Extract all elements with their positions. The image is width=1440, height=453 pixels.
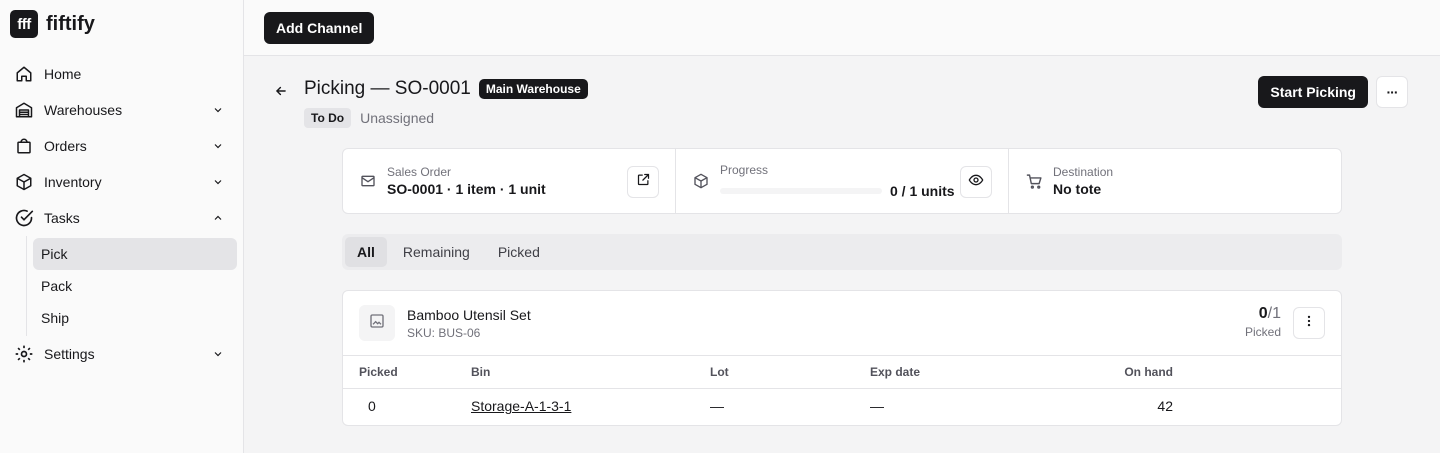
- mail-icon: [359, 172, 377, 190]
- col-spacer: [1173, 356, 1341, 389]
- page-title: Picking — SO-0001: [304, 78, 471, 99]
- shopping-bag-icon: [14, 136, 34, 156]
- sales-order-cell: Sales Order SO-0001 · 1 item · 1 unit: [343, 149, 676, 213]
- more-horizontal-icon: ···: [1386, 84, 1399, 100]
- picked-counter: 0/1 Picked: [1245, 305, 1281, 339]
- brand[interactable]: fff fiftify: [0, 0, 243, 48]
- more-vertical-icon: [1302, 314, 1316, 333]
- status-row: To Do Unassigned: [304, 108, 434, 128]
- col-bin: Bin: [471, 356, 710, 389]
- page-header: Picking — SO-0001 Main Warehouse To Do U…: [272, 76, 1408, 136]
- sidebar-subitem-pack[interactable]: Pack: [33, 270, 237, 302]
- back-arrow-icon[interactable]: [272, 82, 290, 100]
- cell-spacer: [1173, 388, 1341, 424]
- status-badge: To Do: [304, 108, 352, 128]
- add-channel-button[interactable]: Add Channel: [264, 11, 375, 44]
- picked-count-label: Picked: [1244, 325, 1281, 339]
- progress-cell: Progress 0 / 1 units: [676, 149, 1009, 213]
- eye-icon: [968, 172, 984, 193]
- chevron-down-icon: [211, 139, 225, 153]
- sidebar-item-label: Home: [44, 66, 82, 82]
- sidebar-item-label: Inventory: [44, 174, 102, 190]
- destination-cell: Destination No tote: [1009, 149, 1341, 213]
- sidebar-subitem-pick[interactable]: Pick: [33, 238, 237, 270]
- progress-label: Progress: [720, 163, 769, 177]
- more-options-button[interactable]: ···: [1376, 76, 1408, 108]
- product-thumbnail: [359, 305, 395, 341]
- sidebar-item-label: Orders: [44, 138, 87, 154]
- progress-text: 0 / 1 units: [890, 183, 955, 199]
- bin-link[interactable]: Storage-A-1-3-1: [471, 398, 571, 414]
- header-actions: Start Picking ···: [1258, 76, 1408, 108]
- table-row: 0 Storage-A-1-3-1 — — 42: [343, 388, 1341, 424]
- filter-tabs: All Remaining Picked: [342, 234, 1342, 270]
- package-icon: [692, 172, 710, 190]
- sidebar-item-warehouses[interactable]: Warehouses: [6, 92, 237, 128]
- view-progress-button[interactable]: [960, 166, 992, 198]
- destination-label: Destination: [1053, 165, 1114, 179]
- cell-lot: —: [710, 398, 724, 415]
- box-icon: [14, 172, 34, 192]
- bin-table: Picked Bin Lot Exp date On hand 0 Storag…: [343, 356, 1341, 424]
- sidebar-item-home[interactable]: Home: [6, 56, 237, 92]
- warehouse-icon: [14, 100, 34, 120]
- picked-count: 0: [1258, 305, 1268, 322]
- total-count: /1: [1267, 305, 1281, 322]
- sidebar-item-inventory[interactable]: Inventory: [6, 164, 237, 200]
- tasks-subnav: Pick Pack Ship: [26, 236, 237, 336]
- home-icon: [14, 64, 34, 84]
- sales-order-label: Sales Order: [387, 165, 452, 179]
- sidebar: fff fiftify Home Warehouses Orders Inven…: [0, 0, 244, 453]
- table-header-row: Picked Bin Lot Exp date On hand: [343, 356, 1341, 389]
- col-exp-date: Exp date: [870, 356, 1050, 389]
- sidebar-item-orders[interactable]: Orders: [6, 128, 237, 164]
- tab-all[interactable]: All: [345, 237, 387, 267]
- topbar: Add Channel: [244, 0, 1440, 56]
- warehouse-badge: Main Warehouse: [478, 79, 588, 99]
- sidebar-subitem-ship[interactable]: Ship: [33, 302, 237, 334]
- sidebar-item-label: Warehouses: [44, 102, 123, 118]
- sidebar-item-settings[interactable]: Settings: [6, 336, 237, 372]
- product-name: Bamboo Utensil Set: [407, 306, 531, 323]
- col-picked: Picked: [343, 356, 471, 389]
- gear-icon: [14, 344, 34, 364]
- item-header: Bamboo Utensil Set SKU: BUS-06 0/1 Picke…: [343, 291, 1341, 356]
- assignee-text: Unassigned: [360, 110, 435, 126]
- tab-picked[interactable]: Picked: [486, 237, 552, 267]
- pick-item-card: Bamboo Utensil Set SKU: BUS-06 0/1 Picke…: [342, 290, 1342, 426]
- cell-picked: 0: [368, 398, 376, 415]
- sales-order-value: SO-0001 · 1 item · 1 unit: [387, 181, 546, 197]
- main-nav: Home Warehouses Orders Inventory Tasks P…: [0, 56, 243, 372]
- chevron-down-icon: [211, 103, 225, 117]
- external-link-icon: [636, 172, 651, 192]
- cell-on-hand: 42: [1157, 398, 1173, 415]
- item-menu-button[interactable]: [1293, 307, 1325, 339]
- sidebar-item-label: Tasks: [44, 210, 80, 226]
- image-placeholder-icon: [369, 313, 385, 334]
- check-circle-icon: [14, 208, 34, 228]
- destination-value: No tote: [1053, 181, 1102, 197]
- title-row: Picking — SO-0001 Main Warehouse: [304, 78, 588, 100]
- open-sales-order-button[interactable]: [627, 166, 659, 198]
- chevron-up-icon: [211, 211, 225, 225]
- cell-exp-date: —: [870, 398, 884, 415]
- progress-bar: [720, 188, 882, 194]
- chevron-down-icon: [211, 175, 225, 189]
- col-lot: Lot: [710, 356, 870, 389]
- sidebar-item-label: Settings: [44, 346, 95, 362]
- chevron-down-icon: [211, 347, 225, 361]
- tab-remaining[interactable]: Remaining: [391, 237, 482, 267]
- sidebar-item-tasks[interactable]: Tasks: [6, 200, 237, 236]
- col-on-hand: On hand: [1050, 356, 1173, 389]
- order-info-card: Sales Order SO-0001 · 1 item · 1 unit Pr…: [342, 148, 1342, 214]
- product-sku: SKU: BUS-06: [407, 325, 481, 340]
- brand-logo: fff: [10, 10, 38, 38]
- brand-name: fiftify: [46, 12, 95, 35]
- cart-icon: [1025, 172, 1043, 190]
- start-picking-button[interactable]: Start Picking: [1258, 76, 1368, 108]
- main-content: Picking — SO-0001 Main Warehouse To Do U…: [244, 56, 1440, 453]
